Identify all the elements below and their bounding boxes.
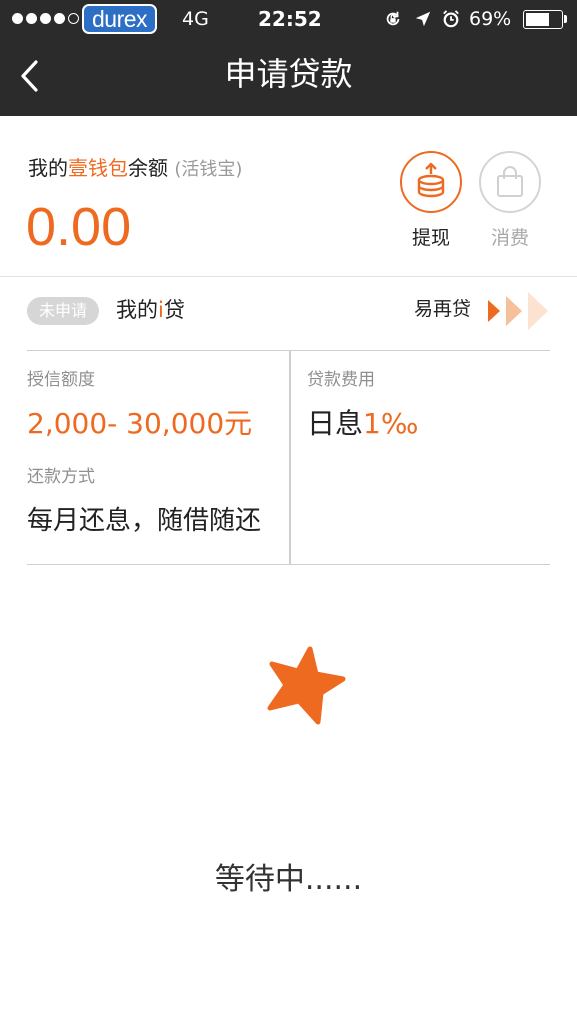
status-badge: 未申请 [27,297,100,325]
rotation-lock-icon [386,11,400,26]
triple-arrow-icon[interactable] [484,290,552,332]
alarm-icon [443,10,459,28]
location-arrow-icon [415,11,431,27]
loan-info-grid: 授信额度 2,000- 30,000元 贷款费用 日息1‰ 还款方式 每月还息，… [27,350,550,565]
page-title: 申请贷款 [224,55,353,93]
signal-strength-icon [12,13,79,24]
daily-interest-rate: 1‰ [363,407,419,440]
balance-label-prefix: 我的 [28,156,68,180]
status-time: 22:52 [258,7,322,31]
balance-label: 我的壹钱包余额 (活钱宝) [28,154,242,184]
withdraw-label: 提现 [411,227,450,249]
battery-percent: 69% [469,8,512,30]
product-name-suffix: 贷 [163,298,185,322]
withdraw-button[interactable]: 提现 [400,151,462,250]
battery-nub [564,15,567,23]
shopping-bag-icon [479,151,541,213]
top-bar: durex 4G 22:52 69% 申请贷款 [0,0,577,116]
nav-bar: 申请贷款 [0,38,577,116]
loan-fee-label: 贷款费用 [307,370,375,390]
waiting-status-text: 等待中...... [214,862,363,897]
consume-button[interactable]: 消费 [479,151,541,250]
status-bar: durex 4G 22:52 69% [0,0,577,38]
wallet-balance-card: 我的壹钱包余额 (活钱宝) 0.00 提现 消费 [0,116,577,277]
battery-icon [523,10,563,29]
easy-reloan-link[interactable]: 易再贷 [414,295,471,323]
repayment-method-label: 还款方式 [27,467,95,487]
loan-product-row: 未申请 我的i贷 易再贷 [0,278,577,350]
loan-product-name: 我的i贷 [116,295,185,325]
balance-label-suffix: 余额 [128,156,168,180]
network-type: 4G [182,8,209,30]
product-name-prefix: 我的 [116,298,158,322]
fee-prefix: 日息 [307,407,364,440]
credit-limit-label: 授信额度 [27,370,95,390]
carrier-name: durex [82,4,158,34]
star-icon [267,646,346,725]
withdraw-coins-icon [400,151,462,213]
balance-amount: 0.00 [26,197,132,257]
repayment-method-value: 每月还息，随借随还 [27,506,262,536]
wallet-brand-name: 壹钱包 [68,156,128,180]
balance-account-type: (活钱宝) [174,159,243,180]
grid-divider [289,351,291,564]
loan-fee-value: 日息1‰ [307,406,418,442]
consume-label: 消费 [490,227,529,249]
credit-limit-value: 2,000- 30,000元 [27,407,253,440]
